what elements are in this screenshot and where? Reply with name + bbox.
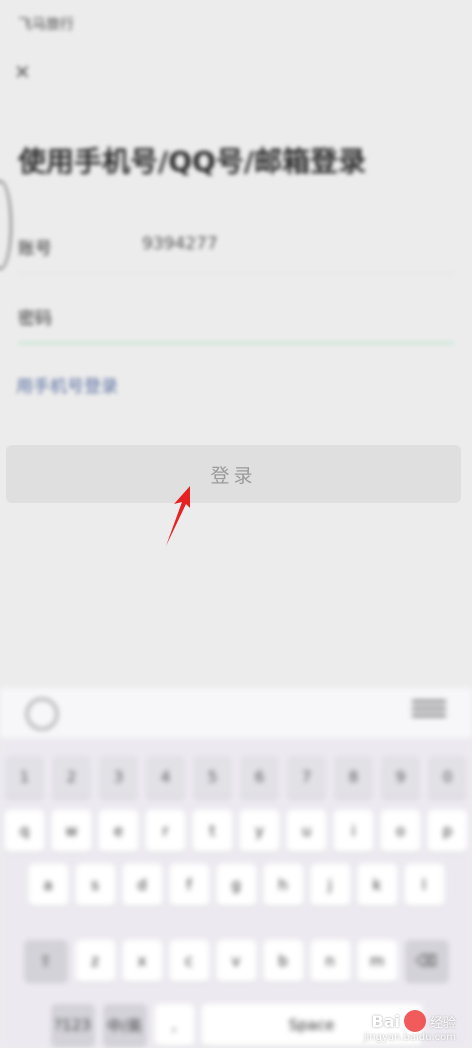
soft-keyboard: 1 2 3 4 5 6 7 8 9 0 q w e r t y u i o p … [0,688,472,1048]
key-p[interactable]: p [428,810,467,852]
close-icon[interactable]: ✕ [14,60,31,84]
keyboard-toolbar [0,688,472,738]
delete-icon[interactable]: ⌫ [404,940,449,982]
key-n[interactable]: n [310,940,350,982]
key-k[interactable]: k [357,864,397,906]
key-1[interactable]: 1 [5,756,44,798]
paw-logo-icon [403,1010,426,1032]
number-row: 1 2 3 4 5 6 7 8 9 0 [0,756,472,798]
key-j[interactable]: j [310,864,350,906]
emoji-icon[interactable] [26,698,58,730]
language-switch-key[interactable]: 中/英 [102,1004,147,1046]
key-x[interactable]: x [122,940,162,982]
key-b[interactable]: b [263,940,303,982]
key-3[interactable]: 3 [99,756,138,798]
key-f[interactable]: f [169,864,209,906]
arrow-annotation-icon [166,486,190,546]
key-d[interactable]: d [122,864,162,906]
account-label: 账号 [18,239,52,259]
key-s[interactable]: s [75,864,115,906]
app-screen: 飞马旅行 ✕ 使用手机号/QQ号/邮箱登录 账号 9394277 密码 用手机号… [0,0,472,688]
key-o[interactable]: o [381,810,420,852]
shift-icon[interactable]: ⇧ [23,940,68,982]
key-9[interactable]: 9 [381,756,420,798]
account-row[interactable]: 账号 9394277 [18,214,454,274]
key-comma[interactable]: , [154,1004,194,1046]
sms-login-link[interactable]: 用手机号登录 [16,372,118,397]
collapse-keyboard-icon[interactable] [412,700,446,724]
key-l[interactable]: l [404,864,444,906]
letter-row-1: q w e r t y u i o p [0,810,472,852]
key-w[interactable]: w [52,810,91,852]
watermark-site: jingyan.baidu.com [363,1032,456,1043]
status-bar-left: 飞马旅行 [18,17,74,33]
key-h[interactable]: h [263,864,303,906]
key-5[interactable]: 5 [193,756,232,798]
mode-switch-key[interactable]: ?123 [50,1004,95,1046]
key-7[interactable]: 7 [287,756,326,798]
key-4[interactable]: 4 [146,756,185,798]
key-i[interactable]: i [334,810,373,852]
watermark-suffix: 经验 [429,1015,456,1031]
key-v[interactable]: v [216,940,256,982]
key-z[interactable]: z [75,940,115,982]
watermark-brand: Bai [371,1011,400,1031]
page-title: 使用手机号/QQ号/邮箱登录 [18,145,367,178]
key-2[interactable]: 2 [52,756,91,798]
key-e[interactable]: e [99,810,138,852]
key-r[interactable]: r [146,810,185,852]
password-row[interactable]: 密码 [18,284,454,344]
key-m[interactable]: m [357,940,397,982]
key-8[interactable]: 8 [334,756,373,798]
key-t[interactable]: t [193,810,232,852]
key-6[interactable]: 6 [240,756,279,798]
account-input[interactable]: 9394277 [142,234,218,254]
letter-row-2: a s d f g h j k l [0,864,472,906]
key-c[interactable]: c [169,940,209,982]
letter-row-3: ⇧ z x c v b n m ⌫ [0,940,472,982]
login-button[interactable]: 登录 [6,445,461,503]
key-q[interactable]: q [5,810,44,852]
edge-swipe-indicator [0,180,12,270]
key-0[interactable]: 0 [428,756,467,798]
key-a[interactable]: a [28,864,68,906]
watermark: Bai 经验 jingyan.baidu.com [364,1010,456,1043]
password-label: 密码 [18,309,52,329]
key-y[interactable]: y [240,810,279,852]
key-g[interactable]: g [216,864,256,906]
key-u[interactable]: u [287,810,326,852]
